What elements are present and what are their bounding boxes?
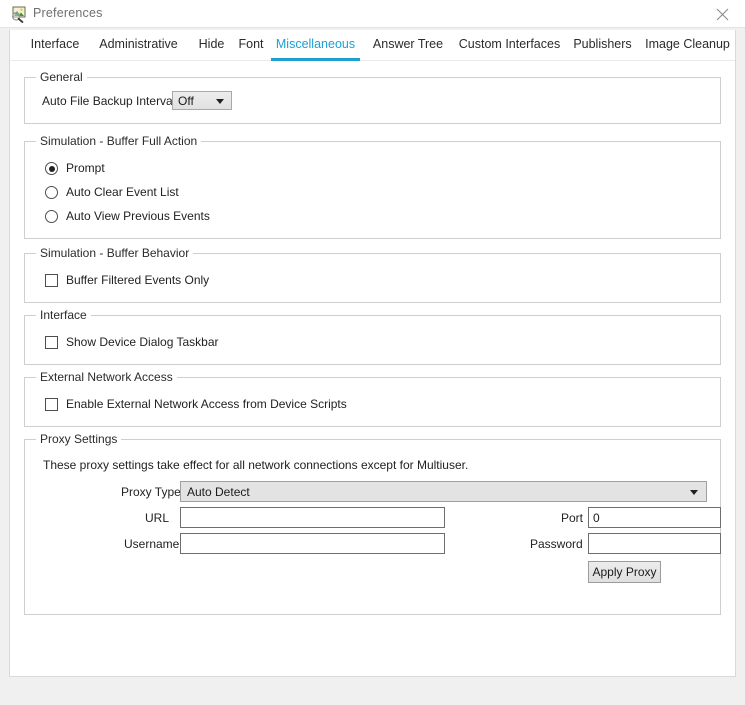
tab-label: Hide	[198, 37, 225, 51]
url-label: URL	[145, 511, 170, 525]
interface-group-title: Interface	[36, 308, 91, 322]
checkbox-indicator	[45, 336, 58, 349]
tab-label: Image Cleanup	[645, 37, 730, 51]
tab-hide[interactable]: Hide	[193, 30, 230, 61]
checkbox-indicator	[45, 274, 58, 287]
window-body: Interface Administrative Hide Font Misce…	[0, 28, 745, 705]
apply-proxy-button[interactable]: Apply Proxy	[588, 561, 661, 583]
checkbox-indicator	[45, 398, 58, 411]
tab-miscellaneous[interactable]: Miscellaneous	[271, 30, 360, 61]
general-group: General Auto File Backup Interval Off	[24, 70, 721, 124]
radio-indicator	[45, 186, 58, 199]
proxy-settings-group-title: Proxy Settings	[36, 432, 122, 446]
tab-interface[interactable]: Interface	[23, 30, 87, 61]
port-label: Port	[561, 511, 584, 525]
general-group-title: General	[36, 70, 87, 84]
port-input[interactable]	[588, 507, 721, 528]
preferences-image-magnifier-icon	[10, 5, 28, 23]
title-bar: Preferences	[0, 0, 745, 28]
external-network-access-group: External Network Access Enable External …	[24, 370, 721, 427]
buffer-behavior-group-title: Simulation - Buffer Behavior	[36, 246, 194, 260]
buffer-behavior-group: Simulation - Buffer Behavior Buffer Filt…	[24, 246, 721, 303]
proxy-note: These proxy settings take effect for all…	[43, 458, 469, 472]
tab-label: Miscellaneous	[275, 37, 356, 51]
proxy-type-label: Proxy Type	[121, 485, 181, 499]
close-icon[interactable]	[700, 0, 745, 28]
tab-answer-tree[interactable]: Answer Tree	[367, 30, 449, 61]
tab-label: Font	[238, 37, 264, 51]
checkbox-label: Enable External Network Access from Devi…	[66, 397, 347, 411]
tab-image-cleanup[interactable]: Image Cleanup	[642, 30, 733, 61]
interface-group: Interface Show Device Dialog Taskbar	[24, 308, 721, 365]
external-network-access-group-title: External Network Access	[36, 370, 177, 384]
window-title: Preferences	[33, 6, 103, 20]
checkbox-label: Show Device Dialog Taskbar	[66, 335, 219, 349]
chevron-down-icon	[216, 99, 224, 104]
tab-administrative[interactable]: Administrative	[90, 30, 187, 61]
radio-indicator	[45, 162, 58, 175]
username-label: Username	[124, 537, 180, 551]
username-input[interactable]	[180, 533, 445, 554]
chevron-down-icon	[690, 490, 698, 495]
buffer-full-action-group: Simulation - Buffer Full Action Prompt A…	[24, 134, 721, 239]
tab-bar: Interface Administrative Hide Font Misce…	[10, 30, 735, 61]
tab-label: Administrative	[99, 37, 178, 51]
checkbox-label: Buffer Filtered Events Only	[66, 273, 210, 287]
tab-label: Custom Interfaces	[458, 37, 561, 51]
tab-custom-interfaces[interactable]: Custom Interfaces	[456, 30, 563, 61]
tab-card: Interface Administrative Hide Font Misce…	[9, 30, 736, 677]
radio-label: Auto View Previous Events	[66, 209, 210, 223]
auto-file-backup-interval-label: Auto File Backup Interval	[42, 94, 176, 108]
proxy-type-dropdown[interactable]: Auto Detect	[180, 481, 707, 502]
buffer-full-action-group-title: Simulation - Buffer Full Action	[36, 134, 202, 148]
radio-label: Prompt	[66, 161, 105, 175]
tab-label: Answer Tree	[372, 37, 444, 51]
proxy-settings-group: Proxy Settings These proxy settings take…	[24, 432, 721, 615]
tab-label: Publishers	[573, 37, 632, 51]
password-input[interactable]	[588, 533, 721, 554]
tab-font[interactable]: Font	[233, 30, 269, 61]
url-input[interactable]	[180, 507, 445, 528]
miscellaneous-panel: General Auto File Backup Interval Off Si…	[10, 61, 735, 675]
auto-file-backup-interval-dropdown[interactable]: Off	[172, 91, 232, 110]
password-label: Password	[530, 537, 583, 551]
preferences-window: Preferences Interface Administrative Hid…	[0, 0, 745, 705]
tab-label: Interface	[30, 37, 80, 51]
radio-label: Auto Clear Event List	[66, 185, 179, 199]
tab-publishers[interactable]: Publishers	[568, 30, 637, 61]
auto-file-backup-interval-value: Off	[178, 94, 194, 108]
proxy-type-value: Auto Detect	[187, 485, 250, 499]
radio-indicator	[45, 210, 58, 223]
